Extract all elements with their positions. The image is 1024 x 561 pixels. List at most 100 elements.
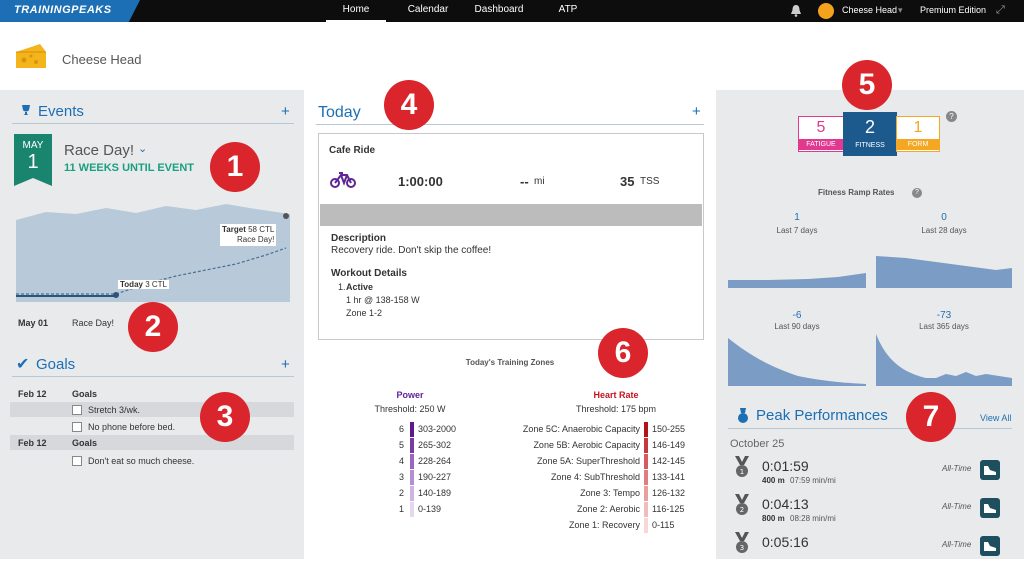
tab-calendar[interactable]: Calendar <box>400 0 456 22</box>
svg-text:2: 2 <box>740 506 744 514</box>
hr-zone-name: Zone 2: Aerobic <box>576 504 640 514</box>
peak-distance: 400 m <box>762 476 785 485</box>
top-nav: TRAININGPEAKS Home Calendar Dashboard AT… <box>0 0 1024 22</box>
hr-zone-bar <box>644 502 648 517</box>
chevron-down-icon[interactable]: ⌄ <box>138 142 147 155</box>
avatar[interactable] <box>818 3 834 19</box>
target-value: 58 CTL <box>248 225 275 234</box>
peak-tag: All-Time <box>942 502 972 511</box>
form-label: FORM <box>897 139 939 150</box>
bell-icon[interactable] <box>790 4 802 17</box>
power-zone-bar <box>410 470 414 485</box>
power-zone-range: 303-2000 <box>418 424 457 434</box>
goal-date: Feb 12 <box>18 389 47 399</box>
cheese-icon <box>16 44 46 68</box>
hr-zone-bar <box>644 454 648 469</box>
tab-atp[interactable]: ATP <box>546 0 590 22</box>
peak-distance: 800 m <box>762 514 785 523</box>
ramp-value: 0 <box>941 212 947 223</box>
fatigue-tile[interactable]: 5 FATIGUE <box>798 116 844 152</box>
ramp-label: Last 365 days <box>919 322 969 331</box>
hr-zone-range: 142-145 <box>652 456 686 466</box>
hr-zone-range: 116-125 <box>652 504 685 514</box>
help-icon[interactable]: ? <box>912 188 922 198</box>
power-zone-range: 228-264 <box>418 456 452 466</box>
ramp-label: Last 7 days <box>776 226 818 235</box>
ramp-value: 1 <box>794 212 800 223</box>
callout-badge: 1 <box>210 142 260 192</box>
view-all-link[interactable]: View All <box>980 413 1011 423</box>
tab-home[interactable]: Home <box>326 0 386 22</box>
ramp-title: Fitness Ramp Rates <box>818 188 895 197</box>
shoe-icon[interactable] <box>980 536 1000 556</box>
event-countdown: 11 WEEKS UNTIL EVENT <box>64 162 194 174</box>
checkmark-icon: ✔ <box>16 356 30 373</box>
divider <box>728 428 1012 429</box>
divider <box>12 376 294 377</box>
power-zone-range: 0-139 <box>418 504 442 514</box>
peak-tag: All-Time <box>942 464 972 473</box>
hr-zone-name: Zone 3: Tempo <box>580 488 640 498</box>
callout-badge: 3 <box>200 392 250 442</box>
shoe-icon[interactable] <box>980 498 1000 518</box>
form-tile[interactable]: 1 FORM <box>896 116 940 152</box>
shoe-icon[interactable] <box>980 460 1000 480</box>
ramp-chart-28 <box>876 256 1012 288</box>
event-month: MAY <box>22 140 44 151</box>
workout-description: Recovery ride. Don't skip the coffee! <box>331 245 492 256</box>
today-title: Today <box>318 104 361 121</box>
goal-group-label: Goals <box>72 389 98 399</box>
user-name[interactable]: Cheese Head <box>842 0 897 22</box>
add-event-button[interactable]: + <box>281 103 290 120</box>
tab-dashboard[interactable]: Dashboard <box>470 0 528 22</box>
ramp-chart-7 <box>728 273 866 288</box>
edition-label[interactable]: Premium Edition <box>920 0 986 22</box>
step-name: Active <box>346 282 374 292</box>
power-zone-range: 190-227 <box>418 472 452 482</box>
app-logo[interactable]: TRAININGPEAKS <box>0 0 140 22</box>
add-workout-button[interactable]: + <box>692 103 701 120</box>
goal-checkbox[interactable] <box>72 405 82 415</box>
ramp-label: Last 90 days <box>774 322 820 331</box>
power-threshold: Threshold: 250 W <box>374 404 446 414</box>
target-callout: Target 58 CTL Race Day! <box>220 224 277 246</box>
hr-threshold: Threshold: 175 bpm <box>575 404 657 414</box>
chevron-down-icon[interactable]: ▾ <box>898 0 903 22</box>
power-title: Power <box>396 390 424 400</box>
zones-title: Today's Training Zones <box>465 358 555 367</box>
power-zone-number: 4 <box>398 456 404 466</box>
expand-icon[interactable]: ⤢ <box>996 4 1005 17</box>
power-zone-bar <box>410 454 414 469</box>
hr-zone-name: Zone 1: Recovery <box>568 520 640 530</box>
today-label: Today <box>120 280 143 289</box>
workout-graph <box>320 204 702 226</box>
peak-pace: 08:28 min/mi <box>790 514 836 523</box>
events-title: Events <box>38 103 84 120</box>
goal-checkbox[interactable] <box>72 422 82 432</box>
fatigue-label: FATIGUE <box>799 139 843 150</box>
add-goal-button[interactable]: + <box>281 356 290 373</box>
goal-item: Don't eat so much cheese. <box>88 456 195 466</box>
medal-icon <box>738 408 748 423</box>
hr-zone-bar <box>644 486 648 501</box>
goal-row <box>10 402 294 417</box>
peak-time: 0:01:59 <box>762 458 809 474</box>
step-zone: Zone 1-2 <box>346 308 383 318</box>
goals-title: Goals <box>36 356 76 373</box>
fitness-tile[interactable]: 2 FITNESS <box>843 112 897 156</box>
power-zone-number: 5 <box>398 440 404 450</box>
today-callout: Today 3 CTL <box>118 280 169 289</box>
event-list-name[interactable]: Race Day! <box>72 318 114 328</box>
goal-checkbox[interactable] <box>72 456 82 466</box>
trophy-icon <box>22 105 30 115</box>
workout-tss: 35 <box>620 174 635 189</box>
hr-zone-bar <box>644 438 648 453</box>
target-event: Race Day! <box>236 235 275 244</box>
tss-unit: TSS <box>640 176 660 187</box>
trophy-icon: 1 <box>733 456 751 478</box>
power-zone-bar <box>410 486 414 501</box>
target-label: Target <box>222 225 246 234</box>
event-name[interactable]: Race Day! <box>64 142 134 159</box>
help-icon[interactable]: ? <box>946 111 957 122</box>
workout-title: Cafe Ride <box>329 145 376 156</box>
